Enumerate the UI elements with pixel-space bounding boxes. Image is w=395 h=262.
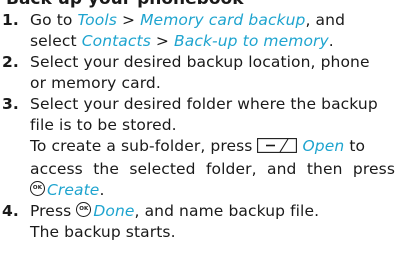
left-softkey-icon xyxy=(257,138,298,159)
section-heading: Back up your phonebook xyxy=(6,0,244,9)
ok-key-icon: OK xyxy=(76,202,92,217)
softkey-term-open: Open xyxy=(302,137,345,155)
ok-key-label: OK xyxy=(32,185,43,191)
step-text: , and xyxy=(305,11,346,29)
step-number: 2. xyxy=(2,53,19,71)
step-2-line-1: Select your desired backup location, pho… xyxy=(30,53,370,71)
step-text: Go to xyxy=(30,11,78,29)
menu-term-memory-card-backup: Memory card backup xyxy=(140,11,306,29)
step-text: Press xyxy=(30,202,77,220)
step-number: 4. xyxy=(2,202,19,220)
backup-steps-list: 1. Go to Tools > Memory card backup, and… xyxy=(0,10,395,243)
step-text: . xyxy=(328,32,334,50)
step-3-line-4: access the selected folder, and then pre… xyxy=(30,160,395,178)
menu-separator: > xyxy=(150,32,175,50)
step-text: to xyxy=(344,137,366,155)
step-3-line-1: Select your desired folder where the bac… xyxy=(30,95,378,113)
step-2: 2. Select your desired backup location, … xyxy=(0,52,395,94)
step-text: To create a sub-folder, press xyxy=(30,137,258,155)
step-1: 1. Go to Tools > Memory card backup, and… xyxy=(0,10,395,52)
step-3-line-3: To create a sub-folder, press Open to xyxy=(30,136,395,159)
step-4-line-2: The backup starts. xyxy=(30,223,176,241)
menu-term-tools: Tools xyxy=(77,11,117,29)
step-3: 3. Select your desired folder where the … xyxy=(0,94,395,201)
step-3-line-5: OK Create. xyxy=(30,180,395,201)
step-text: , and name backup file. xyxy=(134,202,320,220)
softkey-term-create: Create xyxy=(47,181,100,199)
step-text: . xyxy=(99,181,105,199)
menu-separator: > xyxy=(116,11,141,29)
step-1-line-1: Go to Tools > Memory card backup, and xyxy=(30,10,395,31)
step-4: 4. Press OK Done, and name backup file. T… xyxy=(0,201,395,243)
step-1-line-2: select Contacts > Back-up to memory. xyxy=(30,31,395,52)
step-4-line-1: Press OK Done, and name backup file. xyxy=(30,201,395,222)
step-number: 1. xyxy=(2,11,19,29)
ok-key-icon: OK xyxy=(30,181,45,196)
ok-key-label: OK xyxy=(79,206,89,212)
step-text: select xyxy=(30,32,82,50)
step-2-line-2: or memory card. xyxy=(30,74,161,92)
softkey-term-done: Done xyxy=(93,202,135,220)
menu-term-contacts: Contacts xyxy=(81,32,151,50)
step-3-line-2: file is to be stored. xyxy=(30,116,177,134)
step-number: 3. xyxy=(2,95,19,113)
menu-term-back-up-to-memory: Back-up to memory xyxy=(174,32,329,50)
